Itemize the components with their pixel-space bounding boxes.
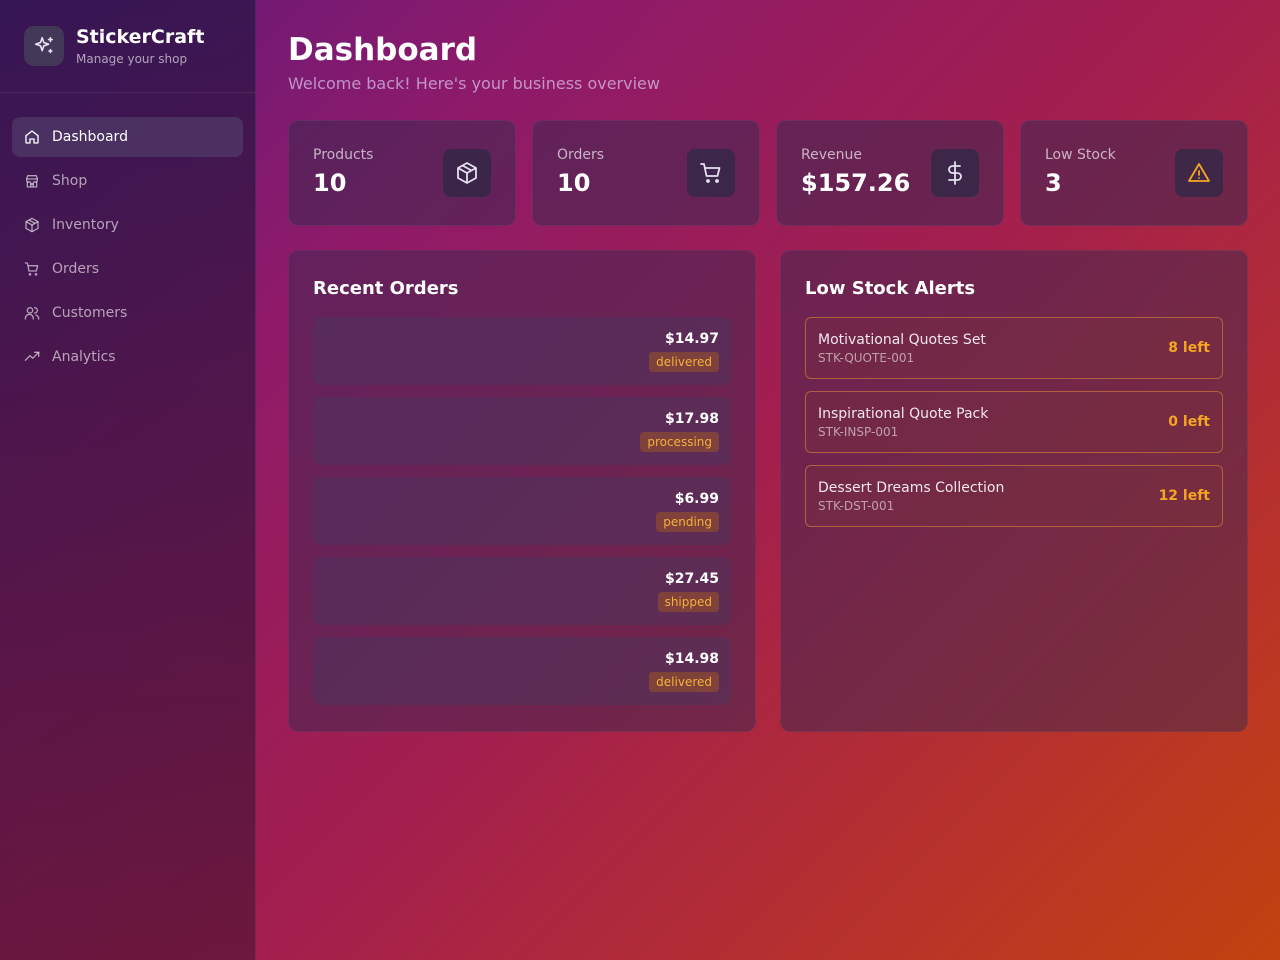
brand: StickerCraft Manage your shop bbox=[0, 0, 255, 93]
stock-count: 0 left bbox=[1168, 414, 1210, 430]
order-row[interactable]: $14.97 delivered bbox=[313, 317, 731, 385]
order-amount: $14.98 bbox=[664, 650, 719, 667]
recent-orders-panel: Recent Orders $14.97 delivered $17.98 pr… bbox=[288, 250, 756, 732]
low-stock-item[interactable]: Dessert Dreams Collection STK-DST-001 12… bbox=[805, 465, 1223, 527]
sidebar: StickerCraft Manage your shop Dashboard … bbox=[0, 0, 256, 960]
sidebar-item-analytics[interactable]: Analytics bbox=[12, 337, 243, 377]
panel-title: Low Stock Alerts bbox=[805, 278, 976, 299]
page-title: Dashboard bbox=[288, 32, 478, 68]
status-badge: delivered bbox=[649, 671, 719, 692]
sidebar-item-orders[interactable]: Orders bbox=[12, 249, 243, 289]
status-badge: shipped bbox=[657, 591, 719, 612]
order-amount: $27.45 bbox=[664, 570, 719, 587]
panel-title: Recent Orders bbox=[313, 278, 459, 299]
sidebar-item-customers[interactable]: Customers bbox=[12, 293, 243, 333]
sidebar-item-label: Orders bbox=[52, 261, 100, 277]
stats-row: Products 10 Orders 10 Revenue $157.26 Lo… bbox=[288, 120, 1248, 226]
sparkles-icon[interactable] bbox=[24, 26, 64, 66]
stat-card-products: Products 10 bbox=[288, 120, 516, 226]
stat-card-orders: Orders 10 bbox=[532, 120, 760, 226]
brand-title: StickerCraft bbox=[76, 26, 205, 48]
order-amount: $6.99 bbox=[674, 490, 719, 507]
store-icon bbox=[26, 175, 38, 188]
low-stock-item[interactable]: Motivational Quotes Set STK-QUOTE-001 8 … bbox=[805, 317, 1223, 379]
sidebar-item-inventory[interactable]: Inventory bbox=[12, 205, 243, 245]
sidebar-item-dashboard[interactable]: Dashboard bbox=[12, 117, 243, 157]
stock-count: 8 left bbox=[1168, 340, 1210, 356]
home-icon bbox=[25, 130, 39, 144]
order-row[interactable]: $27.45 shipped bbox=[313, 557, 731, 625]
product-name: Motivational Quotes Set bbox=[818, 331, 986, 348]
sidebar-nav: Dashboard Shop Inventory Orders Customer… bbox=[0, 93, 255, 405]
product-sku: STK-QUOTE-001 bbox=[818, 350, 915, 365]
package-icon bbox=[25, 217, 39, 233]
package-icon bbox=[443, 149, 491, 197]
dollar-icon bbox=[931, 149, 979, 197]
status-badge: processing bbox=[640, 431, 719, 452]
brand-subtitle: Manage your shop bbox=[76, 52, 188, 66]
sidebar-item-label: Customers bbox=[52, 305, 128, 321]
order-amount: $14.97 bbox=[664, 330, 719, 347]
cart-icon bbox=[687, 149, 735, 197]
page-subtitle: Welcome back! Here's your business overv… bbox=[288, 74, 660, 93]
stock-count: 12 left bbox=[1158, 488, 1210, 504]
low-stock-item[interactable]: Inspirational Quote Pack STK-INSP-001 0 … bbox=[805, 391, 1223, 453]
order-row[interactable]: $14.98 delivered bbox=[313, 637, 731, 705]
product-sku: STK-DST-001 bbox=[818, 498, 895, 513]
sidebar-item-label: Inventory bbox=[52, 217, 119, 233]
order-row[interactable]: $17.98 processing bbox=[313, 397, 731, 465]
users-icon bbox=[24, 307, 40, 320]
sidebar-item-label: Dashboard bbox=[52, 129, 128, 145]
stat-card-revenue: Revenue $157.26 bbox=[776, 120, 1004, 226]
status-badge: pending bbox=[656, 511, 719, 532]
low-stock-panel: Low Stock Alerts Motivational Quotes Set… bbox=[780, 250, 1248, 732]
stat-card-low-stock: Low Stock 3 bbox=[1020, 120, 1248, 226]
product-name: Dessert Dreams Collection bbox=[818, 479, 1005, 496]
product-name: Inspirational Quote Pack bbox=[818, 405, 989, 422]
sidebar-item-shop[interactable]: Shop bbox=[12, 161, 243, 201]
cart-icon bbox=[24, 262, 39, 276]
sidebar-item-label: Shop bbox=[52, 173, 88, 189]
order-amount: $17.98 bbox=[664, 410, 719, 427]
trending-up-icon bbox=[24, 351, 40, 361]
status-badge: delivered bbox=[649, 351, 719, 372]
warning-icon bbox=[1175, 149, 1223, 197]
sidebar-item-label: Analytics bbox=[52, 349, 116, 365]
order-row[interactable]: $6.99 pending bbox=[313, 477, 731, 545]
product-sku: STK-INSP-001 bbox=[818, 424, 899, 439]
